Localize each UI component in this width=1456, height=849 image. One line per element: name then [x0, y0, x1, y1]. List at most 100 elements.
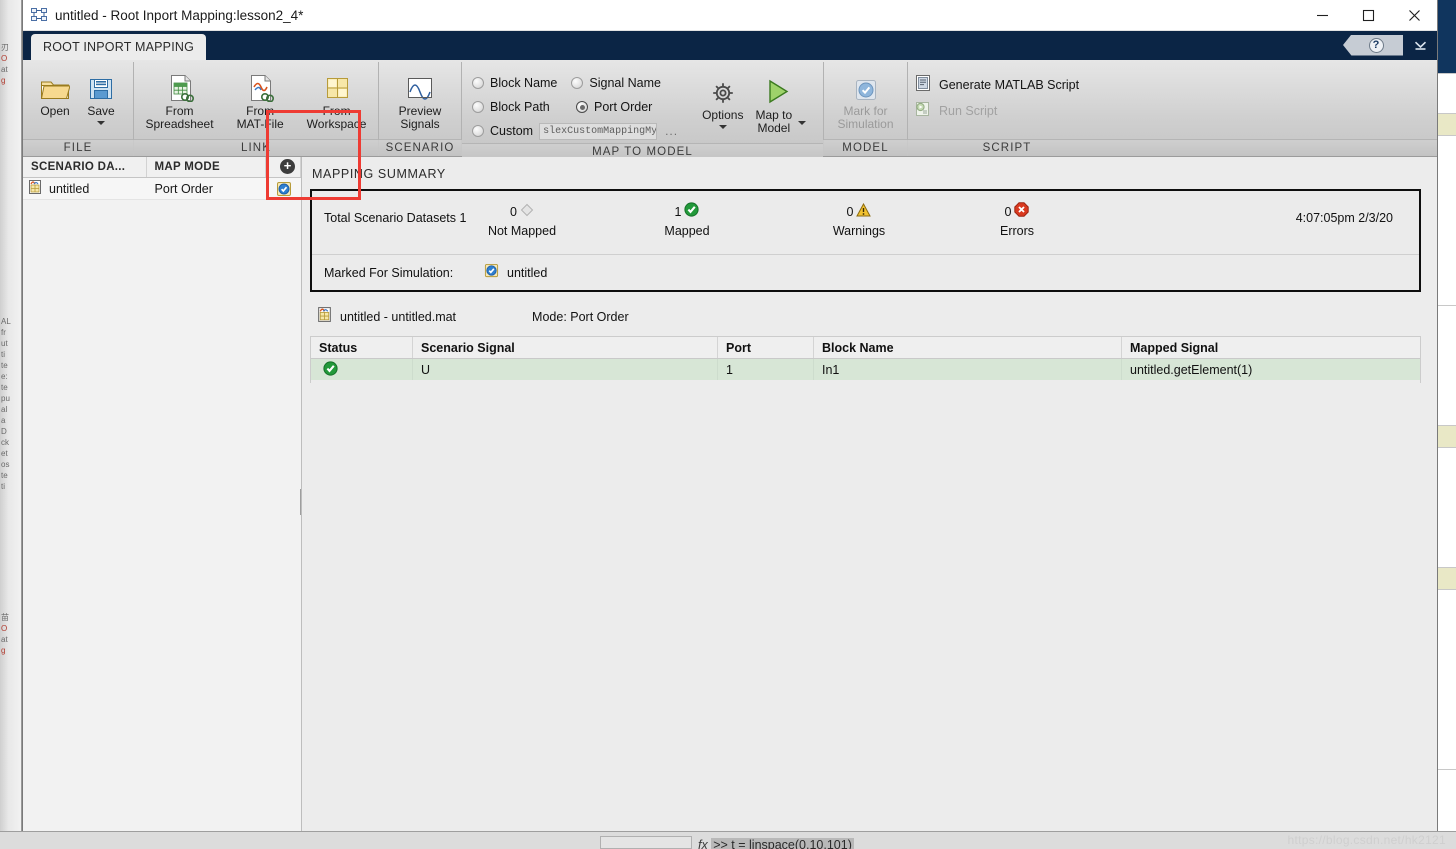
tab-root-inport-mapping[interactable]: ROOT INPORT MAPPING: [31, 34, 206, 60]
not-mapped-label: Not Mapped: [462, 224, 582, 238]
mapped-label: Mapped: [627, 224, 747, 238]
sidebar-col-scenario-data[interactable]: SCENARIO DA...: [23, 157, 147, 177]
ribbon-group-label-scenario: SCENARIO: [379, 139, 461, 156]
from-workspace-label: From Workspace: [307, 105, 367, 131]
warnings-count: 0: [847, 205, 854, 219]
command-window-left-box: [600, 836, 692, 849]
total-scenario-datasets: Total Scenario Datasets 1: [324, 211, 466, 225]
radio-label: Custom: [490, 124, 533, 138]
custom-mapping-input[interactable]: slexCustomMappingMyCusto: [539, 123, 657, 140]
bg-fragment: a: [0, 415, 21, 426]
radio-signal-name[interactable]: Signal Name: [571, 76, 661, 90]
minimize-icon[interactable]: [1299, 0, 1345, 31]
marked-for-simulation-value: untitled: [507, 266, 547, 280]
table-col-status[interactable]: Status: [311, 337, 413, 358]
radio-dot: [576, 101, 588, 113]
mapping-panel: MAPPING SUMMARY Total Scenario Datasets …: [302, 157, 1437, 849]
blue-check-badge-icon: [484, 263, 499, 283]
ribbon-group-script: Generate MATLAB Script Run Script SCRIPT: [908, 60, 1106, 156]
radio-block-name[interactable]: Block Name: [472, 76, 557, 90]
grey-diamond-icon: [520, 203, 534, 222]
floppy-disk-icon: [88, 68, 114, 102]
bg-fragment: ck: [0, 437, 21, 448]
bg-fragment: at: [0, 634, 21, 645]
watermark: https://blog.csdn.net/hk2121: [1287, 833, 1446, 847]
table-col-block-name[interactable]: Block Name: [814, 337, 1122, 358]
mark-for-simulation-button[interactable]: Mark for Simulation: [831, 64, 899, 131]
custom-browse-button[interactable]: ...: [665, 124, 678, 138]
errors-label: Errors: [957, 224, 1077, 238]
green-check-icon: [323, 361, 338, 379]
ribbon-group-label-file: FILE: [23, 139, 133, 156]
radio-dot: [472, 125, 484, 137]
bg-fragment: te: [0, 470, 21, 481]
bg-fragment: et: [0, 448, 21, 459]
ribbon-group-label-model: MODEL: [824, 139, 907, 156]
save-button[interactable]: Save: [78, 64, 124, 125]
bg-fragment: 刃: [0, 42, 21, 53]
command-fragment: fx >> t = linspace(0,10,101): [698, 838, 854, 849]
run-script-label: Run Script: [939, 104, 997, 118]
not-mapped-count: 0: [510, 205, 517, 219]
table-cell-status: [311, 359, 413, 380]
radio-port-order[interactable]: Port Order: [576, 100, 652, 114]
bg-fragment: AL: [0, 316, 21, 327]
map-to-model-button[interactable]: Map to Model: [749, 64, 807, 139]
collapse-ribbon-icon[interactable]: [1407, 34, 1433, 56]
root-inport-mapping-window: untitled - Root Inport Mapping:lesson2_4…: [22, 0, 1438, 849]
close-icon[interactable]: [1391, 0, 1437, 31]
help-icon: ?: [1369, 38, 1384, 53]
table-col-scenario-signal[interactable]: Scenario Signal: [413, 337, 718, 358]
title-bar: untitled - Root Inport Mapping:lesson2_4…: [23, 0, 1437, 31]
options-button[interactable]: Options: [696, 64, 749, 129]
command-text: >> t = linspace(0,10,101): [711, 838, 854, 849]
open-label: Open: [40, 105, 69, 118]
add-scenario-button[interactable]: +: [280, 159, 295, 174]
sidebar-row-marked-checkbox[interactable]: [266, 181, 301, 197]
radio-dot: [472, 101, 484, 113]
bg-fragment: D: [0, 426, 21, 437]
bg-fragment: at: [0, 64, 21, 75]
stat-warnings: 0 Warnings: [799, 203, 919, 238]
bg-fragment: te: [0, 360, 21, 371]
chevron-down-icon[interactable]: [97, 121, 105, 125]
dataset-name: untitled - untitled.mat: [340, 310, 456, 324]
radio-block-path[interactable]: Block Path: [472, 100, 562, 114]
help-button[interactable]: ?: [1343, 35, 1403, 56]
table-col-port[interactable]: Port: [718, 337, 814, 358]
table-header-row: Status Scenario Signal Port Block Name M…: [311, 337, 1420, 359]
blue-check-badge-icon: [276, 181, 292, 197]
table-row[interactable]: U 1 In1 untitled.getElement(1): [311, 359, 1420, 380]
radio-label: Port Order: [594, 100, 652, 114]
generate-matlab-script-button[interactable]: Generate MATLAB Script: [908, 72, 1079, 98]
maximize-icon[interactable]: [1345, 0, 1391, 31]
preview-signals-button[interactable]: Preview Signals: [393, 64, 448, 131]
dataset-mode: Mode: Port Order: [532, 310, 629, 324]
radio-label: Signal Name: [589, 76, 661, 90]
chevron-down-icon[interactable]: [798, 121, 806, 125]
from-mat-file-button[interactable]: From MAT-File: [231, 64, 290, 131]
table-cell-mapped-signal: untitled.getElement(1): [1122, 359, 1412, 380]
options-label: Options: [702, 109, 743, 122]
run-script-button[interactable]: Run Script: [908, 98, 997, 124]
green-play-icon: [763, 72, 793, 106]
from-workspace-button[interactable]: From Workspace: [301, 64, 373, 131]
sidebar-row-untitled[interactable]: untitled Port Order: [23, 178, 301, 200]
from-spreadsheet-button[interactable]: From Spreadsheet: [140, 64, 220, 131]
window-controls: [1299, 0, 1437, 31]
open-button[interactable]: Open: [32, 64, 78, 118]
ribbon-group-link: From Spreadsheet From MAT-File: [134, 60, 378, 156]
bg-fragment: ut: [0, 338, 21, 349]
radio-custom[interactable]: Custom: [472, 124, 533, 138]
spreadsheet-link-icon: [165, 68, 195, 102]
green-check-icon: [684, 202, 699, 222]
ribbon-group-file: Open Save FILE: [23, 60, 133, 156]
ribbon-group-model: Mark for Simulation MODEL: [824, 60, 907, 156]
sidebar-col-map-mode[interactable]: MAP MODE: [147, 157, 267, 177]
stat-not-mapped: 0 Not Mapped: [462, 203, 582, 238]
ribbon-group-map-to-model: Block Name Signal Name Block Path: [462, 60, 823, 156]
chevron-down-icon[interactable]: [719, 125, 727, 129]
table-col-mapped-signal[interactable]: Mapped Signal: [1122, 337, 1412, 358]
bg-fragment: g: [0, 75, 21, 86]
radio-dot: [472, 77, 484, 89]
